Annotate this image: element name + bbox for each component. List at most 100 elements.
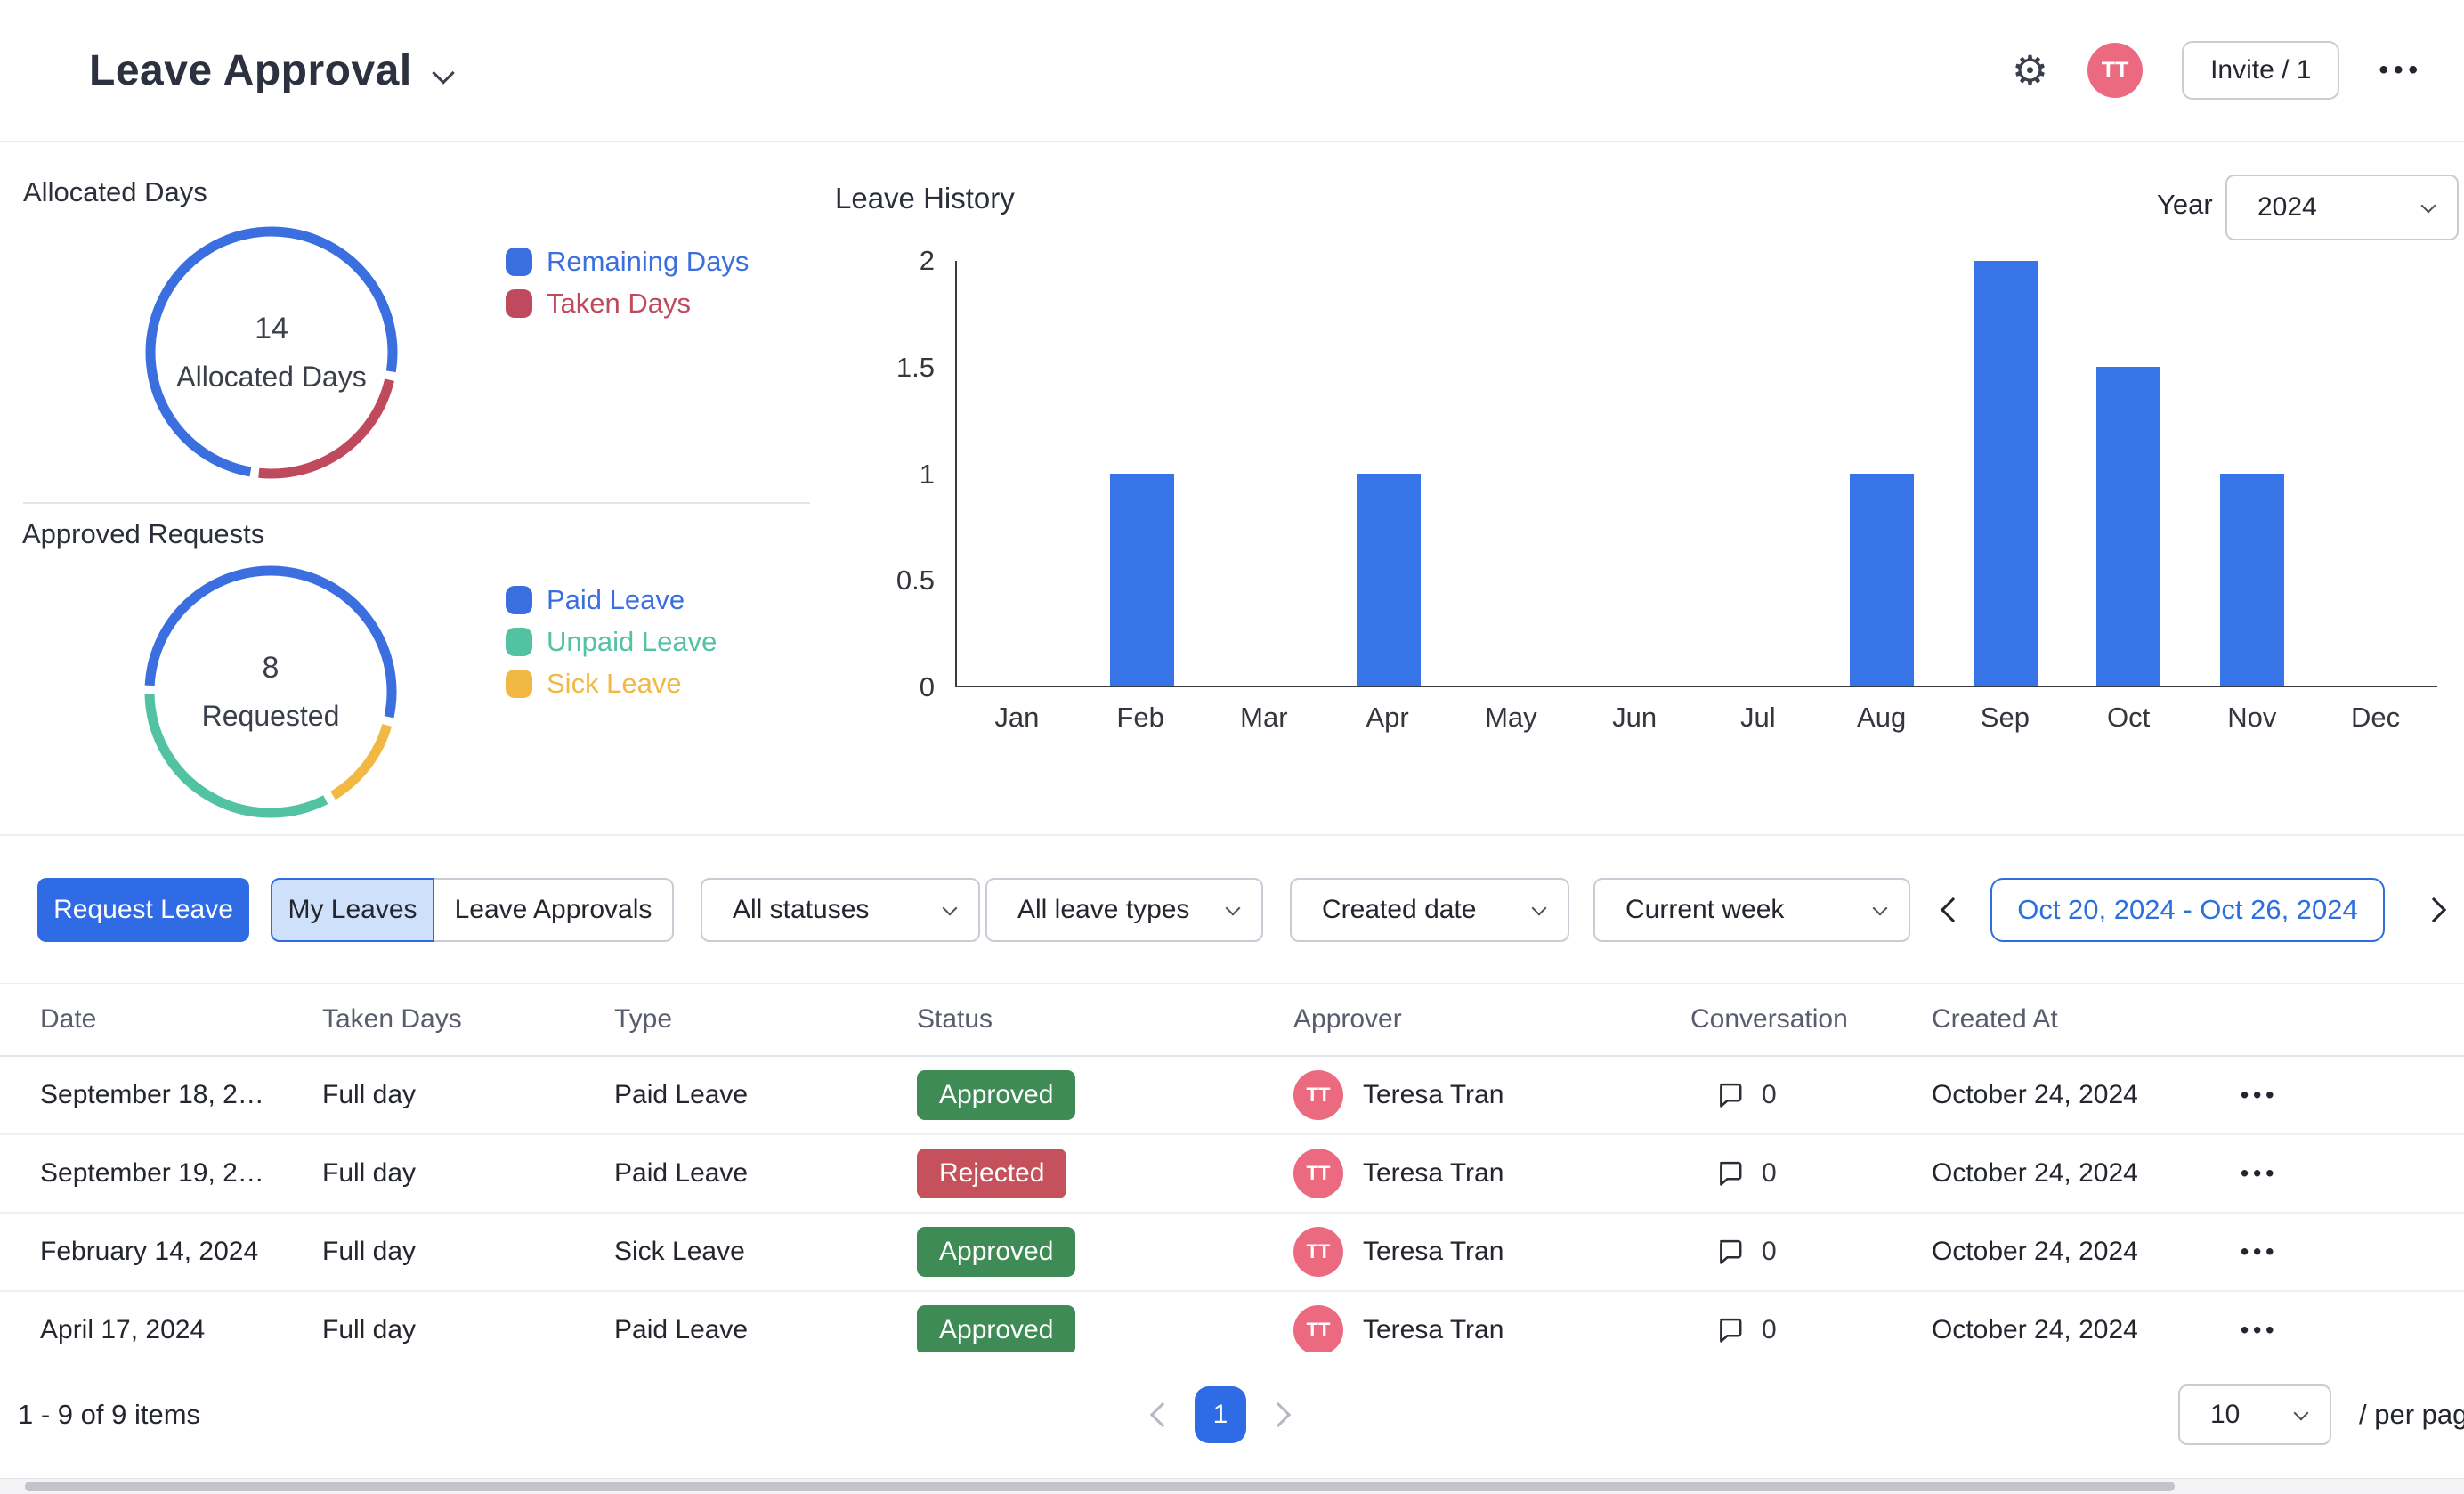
header-actions: ⚙ TT Invite / 1 •••: [2012, 41, 2423, 100]
row-menu-dots-icon[interactable]: •••: [2241, 1160, 2278, 1188]
cell-approver: TT Teresa Tran: [1293, 1227, 1504, 1277]
leave-history-y-axis: 21.510.50: [837, 261, 935, 687]
all-leave-types-value: All leave types: [1017, 895, 1189, 925]
approver-name: Teresa Tran: [1363, 1237, 1504, 1267]
current-week-dropdown[interactable]: Current week: [1593, 878, 1910, 942]
board-menu-dots-icon[interactable]: •••: [2379, 55, 2423, 85]
conversation-count: 0: [1762, 1080, 1777, 1110]
filter-toolbar: Request Leave My Leaves Leave Approvals …: [0, 878, 2464, 942]
bar-nov: [2220, 474, 2284, 686]
y-tick-label: 0.5: [837, 563, 935, 598]
table-row: September 19, 2…Full dayPaid LeaveReject…: [0, 1135, 2464, 1214]
bar-slot: [1944, 261, 2068, 686]
legend-label: Taken Days: [547, 288, 691, 320]
x-tick-label: Jan: [955, 702, 1079, 734]
prev-week-button[interactable]: [1933, 878, 1973, 942]
row-menu-dots-icon[interactable]: •••: [2241, 1317, 2278, 1344]
next-week-button[interactable]: [2414, 878, 2453, 942]
approved-requests-donut-center: 8 Requested: [137, 558, 404, 825]
cell-conversation[interactable]: 0: [1714, 1080, 1777, 1110]
approver-name: Teresa Tran: [1363, 1080, 1504, 1110]
horizontal-scrollbar-thumb[interactable]: [25, 1482, 2175, 1491]
per-page-label: / per page: [2359, 1399, 2464, 1431]
page-prev-icon[interactable]: [1150, 1402, 1175, 1427]
bar-slot: [1450, 261, 1574, 686]
page-size-dropdown[interactable]: 10: [2178, 1384, 2331, 1445]
cell-conversation[interactable]: 0: [1714, 1158, 1777, 1189]
x-tick-label: Jul: [1697, 702, 1820, 734]
cell-conversation[interactable]: 0: [1714, 1315, 1777, 1345]
year-select-chevron-icon: [2421, 199, 2436, 214]
cell-type: Paid Leave: [614, 1080, 748, 1110]
column-header-type: Type: [614, 1004, 672, 1035]
invite-button[interactable]: Invite / 1: [2182, 41, 2339, 100]
column-header-approver: Approver: [1293, 1004, 1402, 1035]
y-tick-label: 0: [837, 670, 935, 705]
cell-created-at: October 24, 2024: [1932, 1237, 2138, 1267]
page-number-button[interactable]: 1: [1195, 1386, 1246, 1443]
status-badge: Approved: [917, 1070, 1075, 1120]
page-next-icon[interactable]: [1266, 1402, 1291, 1427]
all-leave-types-dropdown[interactable]: All leave types: [985, 878, 1263, 942]
x-tick-label: Apr: [1325, 702, 1449, 734]
leaves-table: DateTaken DaysTypeStatusApproverConversa…: [0, 983, 2464, 1352]
date-range-button[interactable]: Oct 20, 2024 - Oct 26, 2024: [1990, 878, 2385, 942]
legend-item: Remaining Days: [506, 248, 749, 276]
y-tick-label: 1.5: [837, 350, 935, 386]
requested-value: 8: [263, 651, 280, 686]
tab-my-leaves[interactable]: My Leaves: [271, 878, 434, 942]
conversation-count: 0: [1762, 1315, 1777, 1345]
approver-avatar: TT: [1293, 1305, 1343, 1352]
cell-conversation[interactable]: 0: [1714, 1237, 1777, 1267]
bar-sep: [1974, 261, 2038, 686]
conversation-count: 0: [1762, 1158, 1777, 1189]
table-row: April 17, 2024Full dayPaid LeaveApproved…: [0, 1292, 2464, 1352]
leave-history-title: Leave History: [835, 182, 1015, 215]
allocated-days-label: Allocated Days: [176, 361, 366, 394]
legend-label: Remaining Days: [547, 246, 749, 278]
approved-requests-donut: 8 Requested: [137, 558, 404, 825]
row-menu-dots-icon[interactable]: •••: [2241, 1238, 2278, 1266]
cell-status: Approved: [917, 1227, 1075, 1277]
row-menu-dots-icon[interactable]: •••: [2241, 1082, 2278, 1109]
conversation-bubble-icon: [1714, 1158, 1746, 1189]
approver-avatar: TT: [1293, 1070, 1343, 1120]
year-select[interactable]: 2024: [2225, 175, 2459, 240]
request-leave-button[interactable]: Request Leave: [37, 878, 249, 942]
leave-history-x-axis: JanFebMarAprMayJunJulAugSepOctNovDec: [955, 702, 2437, 734]
conversation-bubble-icon: [1714, 1315, 1746, 1345]
settings-gear-icon[interactable]: ⚙: [2012, 50, 2048, 91]
cell-approver: TT Teresa Tran: [1293, 1070, 1504, 1120]
section-divider: [0, 834, 2464, 836]
x-tick-label: Dec: [2314, 702, 2437, 734]
year-select-value: 2024: [2257, 192, 2317, 223]
user-avatar[interactable]: TT: [2087, 43, 2143, 98]
current-week-value: Current week: [1625, 895, 1784, 925]
chevron-left-icon: [1941, 897, 1966, 922]
title-chevron-down-icon[interactable]: [432, 61, 454, 84]
leave-approval-dashboard: Leave Approval ⚙ TT Invite / 1 ••• Alloc…: [0, 0, 2464, 1494]
approver-avatar: TT: [1293, 1227, 1343, 1277]
x-tick-label: May: [1449, 702, 1573, 734]
panel-divider: [23, 502, 810, 504]
legend-swatch-icon: [506, 670, 532, 698]
legend-swatch-icon: [506, 586, 532, 614]
conversation-bubble-icon: [1714, 1237, 1746, 1267]
approved-requests-title: Approved Requests: [22, 518, 264, 550]
legend-item: Unpaid Leave: [506, 628, 717, 656]
cell-status: Approved: [917, 1070, 1075, 1120]
cell-taken-days: Full day: [322, 1080, 416, 1110]
items-summary: 1 - 9 of 9 items: [18, 1399, 200, 1431]
all-statuses-dropdown[interactable]: All statuses: [701, 878, 980, 942]
x-tick-label: Aug: [1820, 702, 1943, 734]
column-header-date: Date: [40, 1004, 96, 1035]
leave-history-plot: [955, 261, 2437, 687]
cell-type: Paid Leave: [614, 1315, 748, 1345]
cell-approver: TTTeresa Tran: [1293, 1149, 1504, 1198]
created-date-dropdown[interactable]: Created date: [1290, 878, 1569, 942]
created-date-value: Created date: [1322, 895, 1476, 925]
tab-leave-approvals[interactable]: Leave Approvals: [434, 878, 674, 942]
horizontal-scrollbar-track: [0, 1478, 2464, 1494]
x-tick-label: Sep: [1943, 702, 2067, 734]
pager: 1: [1154, 1352, 1287, 1478]
